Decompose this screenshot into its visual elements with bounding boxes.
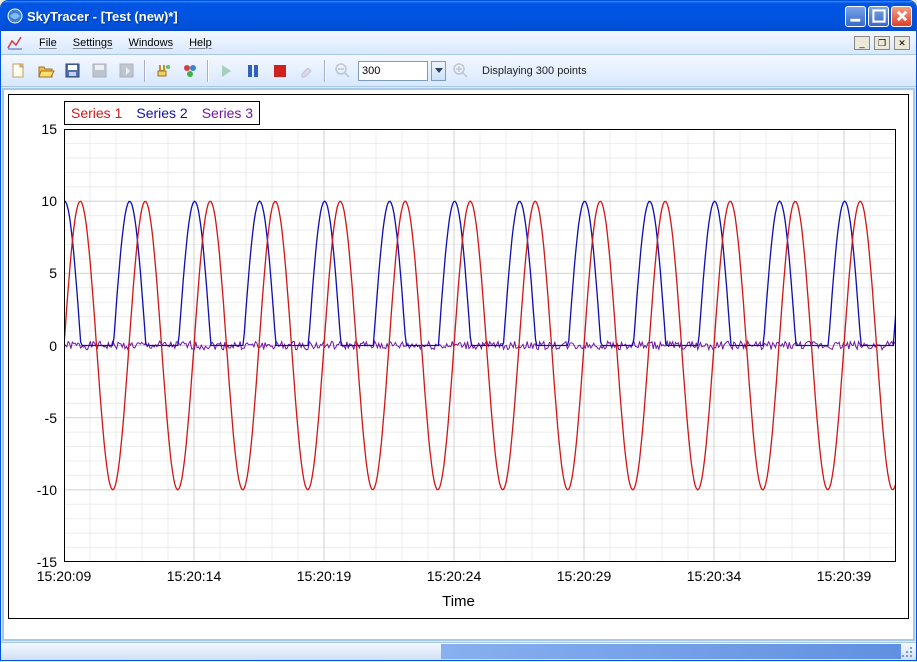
x-tick-label: 15:20:19	[297, 568, 352, 584]
menu-settings[interactable]: Settings	[65, 34, 121, 52]
content-area: Series 1 Series 2 Series 3 -15-10-505101…	[2, 88, 915, 641]
x-axis-label: Time	[9, 593, 908, 610]
clear-button[interactable]	[295, 59, 319, 83]
mdi-close-button[interactable]: ✕	[894, 36, 910, 50]
separator	[324, 60, 326, 82]
statusbar-progress	[441, 644, 901, 659]
app-window: SkyTracer - [Test (new)*] File Settings …	[0, 0, 917, 661]
open-button[interactable]	[34, 59, 58, 83]
menu-file[interactable]: File	[31, 34, 65, 52]
legend-series-3: Series 3	[202, 105, 253, 121]
pause-button[interactable]	[241, 59, 265, 83]
menu-help[interactable]: Help	[181, 34, 220, 52]
chart-container: Series 1 Series 2 Series 3 -15-10-505101…	[8, 94, 909, 619]
statusbar	[1, 642, 916, 660]
save-button[interactable]	[61, 59, 85, 83]
legend-series-2: Series 2	[136, 105, 187, 121]
zoom-in-button[interactable]	[449, 59, 473, 83]
x-tick-label: 15:20:29	[557, 568, 612, 584]
connect-button[interactable]	[151, 59, 175, 83]
stop-button[interactable]	[268, 59, 292, 83]
maximize-button[interactable]	[868, 6, 889, 27]
play-button[interactable]	[214, 59, 238, 83]
window-title: SkyTracer - [Test (new)*]	[27, 9, 845, 24]
titlebar[interactable]: SkyTracer - [Test (new)*]	[1, 1, 916, 31]
mdi-controls: _ ❐ ✕	[854, 36, 910, 50]
chart-icon	[7, 35, 23, 51]
y-tick-label: 0	[49, 338, 57, 354]
y-tick-label: -5	[45, 410, 57, 426]
separator	[144, 60, 146, 82]
separator	[207, 60, 209, 82]
plot-area[interactable]	[64, 129, 896, 562]
menu-windows[interactable]: Windows	[120, 34, 181, 52]
menubar: File Settings Windows Help _ ❐ ✕	[1, 31, 916, 55]
resize-grip-icon[interactable]	[900, 645, 914, 659]
save-as-button[interactable]	[88, 59, 112, 83]
x-tick-label: 15:20:09	[37, 568, 92, 584]
close-button[interactable]	[891, 6, 912, 27]
toolbar: Displaying 300 points	[1, 55, 916, 87]
titlebar-buttons	[845, 6, 912, 27]
points-dropdown-icon[interactable]	[431, 61, 446, 81]
devices-button[interactable]	[178, 59, 202, 83]
chart-legend: Series 1 Series 2 Series 3	[64, 101, 260, 125]
x-tick-label: 15:20:39	[817, 568, 872, 584]
new-button[interactable]	[7, 59, 31, 83]
x-tick-label: 15:20:34	[687, 568, 742, 584]
y-tick-label: 10	[41, 193, 57, 209]
x-tick-label: 15:20:14	[167, 568, 222, 584]
minimize-button[interactable]	[845, 6, 866, 27]
y-axis-ticks: -15-10-5051015	[9, 129, 61, 562]
zoom-out-button[interactable]	[331, 59, 355, 83]
app-icon	[7, 8, 23, 24]
y-tick-label: 15	[41, 121, 57, 137]
x-axis-ticks: 15:20:0915:20:1415:20:1915:20:2415:20:29…	[64, 568, 896, 588]
status-text: Displaying 300 points	[482, 65, 587, 77]
mdi-restore-button[interactable]: ❐	[874, 36, 890, 50]
legend-series-1: Series 1	[71, 105, 122, 121]
x-tick-label: 15:20:24	[427, 568, 482, 584]
points-input[interactable]	[358, 61, 428, 81]
y-tick-label: 5	[49, 265, 57, 281]
y-tick-label: -10	[37, 482, 57, 498]
mdi-minimize-button[interactable]: _	[854, 36, 870, 50]
export-button[interactable]	[115, 59, 139, 83]
